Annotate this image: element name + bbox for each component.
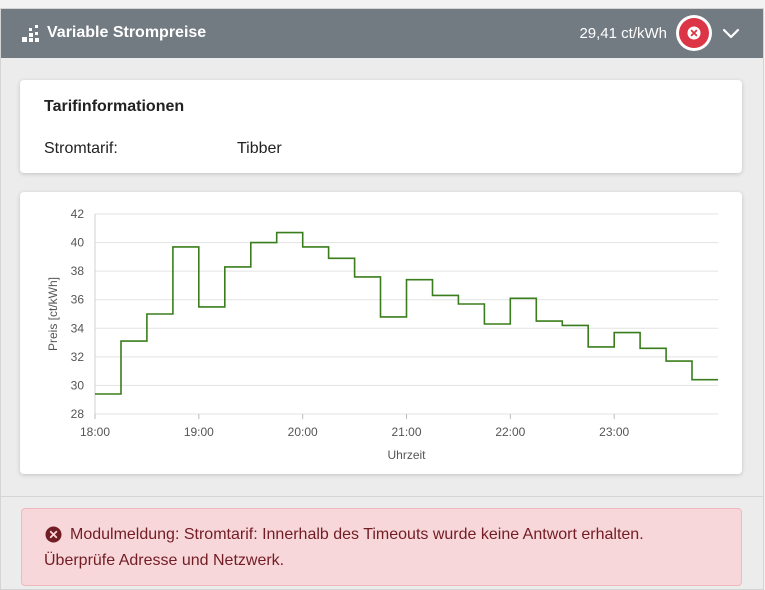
panel-title: Variable Strompreise xyxy=(47,24,207,41)
x-tick-label: 22:00 xyxy=(495,425,525,439)
x-tick-label: 19:00 xyxy=(184,425,214,439)
y-tick-label: 36 xyxy=(71,293,85,307)
x-tick-label: 23:00 xyxy=(599,425,629,439)
section-divider xyxy=(1,496,763,497)
panel-header[interactable]: Variable Strompreise 29,41 ct/kWh xyxy=(1,9,763,58)
alert-line-2: Überprüfe Adresse und Netzwerk. xyxy=(44,552,285,569)
module-alert: Modulmeldung: Stromtarif: Innerhalb des … xyxy=(21,508,742,586)
y-axis-label: Preis [ct/kWh] xyxy=(46,277,60,351)
x-tick-label: 21:00 xyxy=(391,425,421,439)
status-button[interactable] xyxy=(676,15,712,51)
current-price: 29,41 ct/kWh xyxy=(579,25,667,42)
x-tick-label: 20:00 xyxy=(288,425,318,439)
y-tick-label: 32 xyxy=(71,350,85,364)
x-axis-label: Uhrzeit xyxy=(387,448,426,462)
error-x-icon xyxy=(687,26,701,40)
y-tick-label: 42 xyxy=(71,207,85,221)
tariff-heading: Tarifinformationen xyxy=(44,98,185,115)
price-panel: Variable Strompreise 29,41 ct/kWh Tarifi… xyxy=(0,8,764,590)
tariff-value: Tibber xyxy=(237,140,282,157)
y-tick-label: 28 xyxy=(71,407,85,421)
y-tick-label: 40 xyxy=(71,236,85,250)
y-tick-label: 34 xyxy=(71,321,85,335)
error-circle-icon xyxy=(45,526,62,543)
y-tick-label: 30 xyxy=(71,378,85,392)
chevron-down-icon[interactable] xyxy=(721,25,741,43)
x-tick-label: 18:00 xyxy=(80,425,110,439)
y-tick-label: 38 xyxy=(71,264,85,278)
tariff-info-card: Tarifinformationen Stromtarif: Tibber xyxy=(20,80,742,173)
tariff-label: Stromtarif: xyxy=(44,140,118,157)
price-line xyxy=(95,231,718,395)
price-chart: 28 30 32 34 36 38 40 42 18:00 19:00 20:00 21:00 22:… xyxy=(46,207,718,462)
alert-line-1: Modulmeldung: Stromtarif: Innerhalb des … xyxy=(70,526,644,543)
price-chart-icon xyxy=(22,25,39,42)
price-chart-card: 28 30 32 34 36 38 40 42 18:00 19:00 20:00 21:00 22:… xyxy=(20,192,742,474)
